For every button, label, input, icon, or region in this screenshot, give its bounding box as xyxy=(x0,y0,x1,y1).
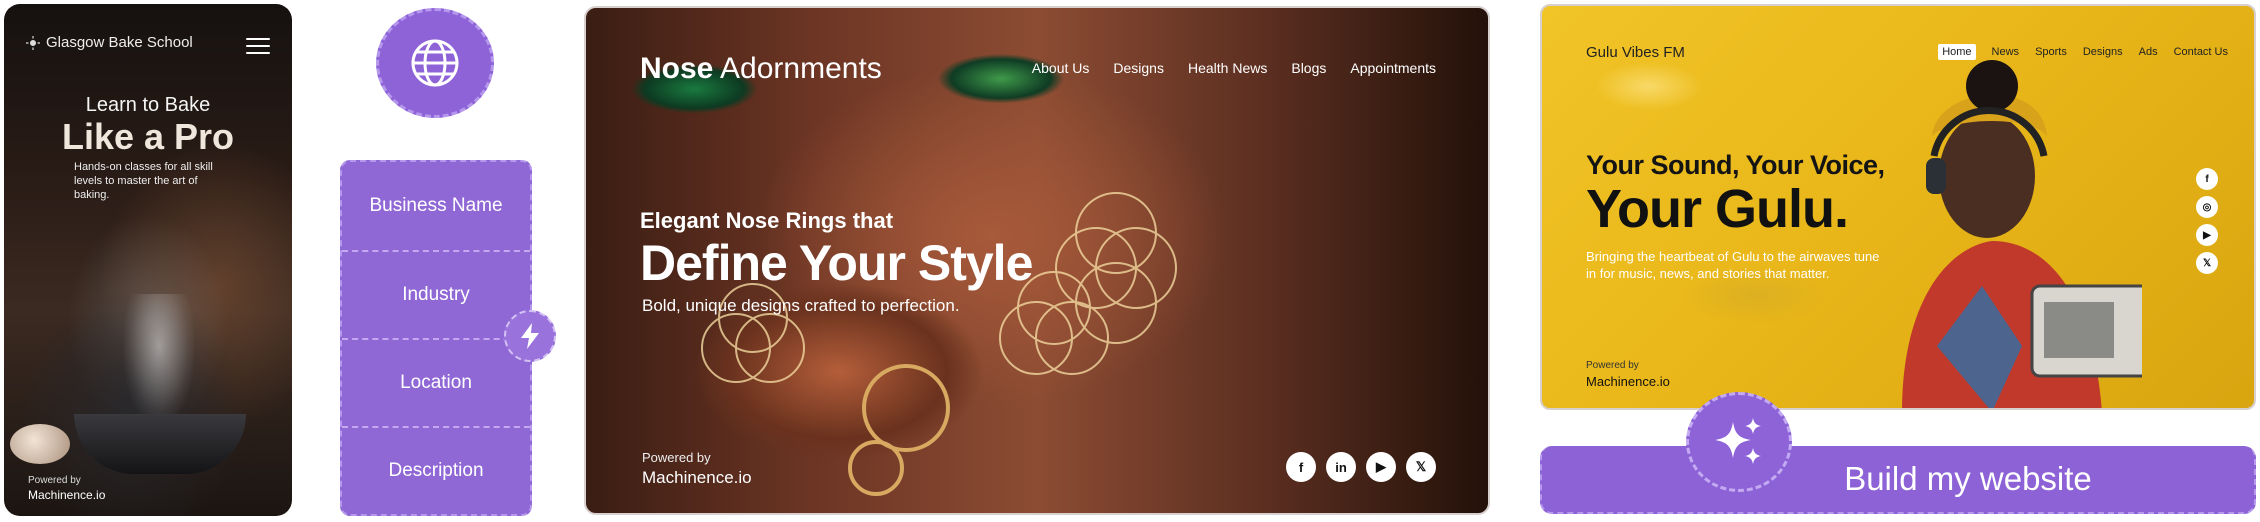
powered-by-label: Powered by xyxy=(28,475,81,486)
nose-brand[interactable]: Nose Adornments xyxy=(640,52,882,86)
nav-designs[interactable]: Designs xyxy=(1113,60,1164,76)
x-icon[interactable]: 𝕏 xyxy=(1406,452,1436,482)
lightning-badge xyxy=(504,310,556,362)
nav-news[interactable]: News xyxy=(1992,46,2020,58)
flour-image xyxy=(124,294,194,424)
business-name-field[interactable]: Business Name xyxy=(342,162,530,250)
powered-by-brand[interactable]: Machinence.io xyxy=(1586,374,1670,389)
build-my-website-button[interactable]: Build my website xyxy=(1540,446,2256,514)
nav-designs[interactable]: Designs xyxy=(2083,46,2123,58)
powered-by-label: Powered by xyxy=(642,450,711,465)
location-field[interactable]: Location xyxy=(342,338,530,426)
hero-kicker: Elegant Nose Rings that xyxy=(640,208,894,233)
nose-nav: About Us Designs Health News Blogs Appoi… xyxy=(1032,60,1436,76)
bake-school-name: Glasgow Bake School xyxy=(46,34,193,51)
nav-blogs[interactable]: Blogs xyxy=(1291,60,1326,76)
description-field[interactable]: Description xyxy=(342,426,530,514)
hero-subtitle: Learn to Bake xyxy=(85,94,211,116)
globe-icon xyxy=(411,39,459,87)
sparkle-badge xyxy=(1686,392,1792,492)
social-links: f ◎ ▶ 𝕏 xyxy=(2196,168,2218,274)
nose-adornments-preview: Nose Adornments About Us Designs Health … xyxy=(584,6,1490,515)
facebook-icon[interactable]: f xyxy=(1286,452,1316,482)
sun-logo-icon xyxy=(26,35,40,50)
hero-line-2: Your Gulu. xyxy=(1586,179,1849,239)
powered-by-brand[interactable]: Machinence.io xyxy=(642,468,752,488)
nav-about-us[interactable]: About Us xyxy=(1032,60,1090,76)
nav-home[interactable]: Home xyxy=(1938,44,1976,60)
sparkle-icon xyxy=(1715,418,1761,464)
powered-by-brand[interactable]: Machinence.io xyxy=(28,488,105,502)
facebook-icon[interactable]: f xyxy=(2196,168,2218,190)
youtube-icon[interactable]: ▶ xyxy=(1366,452,1396,482)
hero-title: Like a Pro xyxy=(61,116,235,157)
nose-brand-bold: Nose xyxy=(640,52,714,85)
hero-description: Hands-on classes for all skill levels to… xyxy=(74,161,213,201)
hero-description: Bringing the heartbeat of Gulu to the ai… xyxy=(1586,249,1880,281)
nav-health-news[interactable]: Health News xyxy=(1188,60,1267,76)
bake-school-brand[interactable]: Glasgow Bake School xyxy=(26,34,193,51)
bake-school-preview: Glasgow Bake School Learn to Bake Like a… xyxy=(4,4,292,516)
youtube-icon[interactable]: ▶ xyxy=(2196,224,2218,246)
nav-sports[interactable]: Sports xyxy=(2035,46,2067,58)
gulu-brand[interactable]: Gulu Vibes FM xyxy=(1586,44,1685,61)
nav-contact-us[interactable]: Contact Us xyxy=(2174,46,2228,58)
social-links: f in ▶ 𝕏 xyxy=(1286,452,1436,482)
hero-headline: Define Your Style xyxy=(640,235,1033,291)
nav-ads[interactable]: Ads xyxy=(2139,46,2158,58)
powered-by-label: Powered by xyxy=(1586,360,1639,371)
build-button-label: Build my website xyxy=(1844,460,2092,497)
linkedin-icon[interactable]: in xyxy=(1326,452,1356,482)
industry-field[interactable]: Industry xyxy=(342,250,530,338)
hero-line-1: Your Sound, Your Voice, xyxy=(1586,150,1885,180)
x-icon[interactable]: 𝕏 xyxy=(2196,252,2218,274)
woman-with-radio-image xyxy=(1902,60,2142,408)
lightning-icon xyxy=(521,323,539,349)
gulu-vibes-preview: Gulu Vibes FM Home News Sports Designs A… xyxy=(1540,4,2256,410)
globe-badge xyxy=(376,8,494,118)
gulu-nav: Home News Sports Designs Ads Contact Us xyxy=(1938,44,2228,60)
instagram-icon[interactable]: ◎ xyxy=(2196,196,2218,218)
hero-tagline: Bold, unique designs crafted to perfecti… xyxy=(642,296,960,315)
eggshell-image xyxy=(10,424,70,464)
nose-brand-rest: Adornments xyxy=(713,52,882,85)
hamburger-menu-icon[interactable] xyxy=(246,38,270,54)
nav-appointments[interactable]: Appointments xyxy=(1350,60,1436,76)
bowl-image xyxy=(74,414,246,474)
